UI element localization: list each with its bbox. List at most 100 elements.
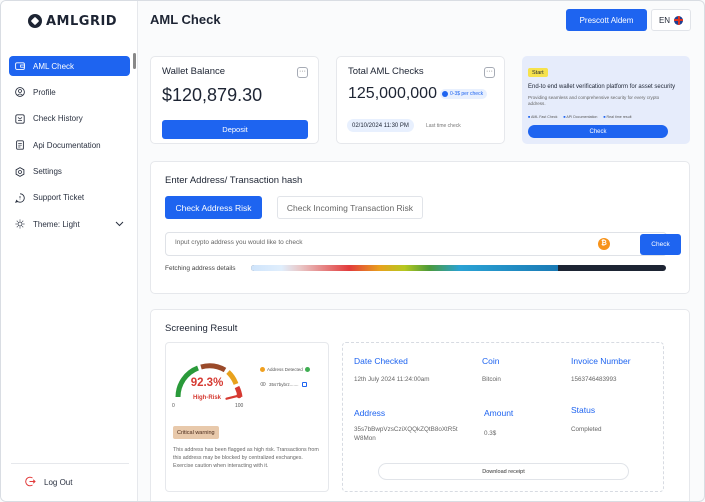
sidebar-item-support-ticket[interactable]: Support Ticket <box>9 188 130 208</box>
bitcoin-icon[interactable]: ₿ <box>598 238 610 250</box>
last-check-date: 02/10/2024 11:30 PM <box>347 119 414 132</box>
address-value: 35s7bBwpVzsCziXQQkZQtB8oXtR5tW8Mon <box>354 426 458 442</box>
more-options-icon[interactable]: ··· <box>297 67 308 78</box>
address-label: Address <box>354 408 386 418</box>
fetch-status-label: Fetching address details <box>165 265 236 272</box>
critical-warning-badge: Critical warning <box>173 426 219 439</box>
coin-label: Coin <box>482 356 500 366</box>
price-badge: 0-3$ per check <box>440 89 488 99</box>
logo-icon <box>28 14 42 28</box>
sidebar-item-check-history[interactable]: Check History <box>9 109 130 129</box>
promo-feature: Real time result <box>603 115 632 119</box>
sidebar-item-theme[interactable]: Theme: Light <box>9 214 130 234</box>
risk-gauge-card: 92.3% High-Risk 0 100 Address Detected 3… <box>165 342 329 492</box>
logout-label: Log Out <box>44 478 73 487</box>
risk-level-label: High-Risk <box>192 395 221 401</box>
page-title: AML Check <box>150 12 221 27</box>
total-aml-checks-amount: 125,000,000 <box>348 85 437 102</box>
critical-warning-text: This address has been flagged as high ri… <box>173 447 319 469</box>
more-options-icon[interactable]: ··· <box>484 67 495 78</box>
address-check-title: Enter Address/ Transaction hash <box>165 175 303 186</box>
tab-check-incoming-transaction-risk[interactable]: Check Incoming Transaction Risk <box>277 196 423 219</box>
promo-features: AML Fast Check API Documentation Real ti… <box>528 115 632 119</box>
address-detected-label: Address Detected <box>267 367 303 372</box>
status-label: Status <box>571 405 596 415</box>
address-input-group: ₿ Check <box>165 232 681 256</box>
address-detected-status: Address Detected <box>260 367 310 372</box>
total-aml-checks-title: Total AML Checks <box>348 66 424 77</box>
wallet-balance-title: Wallet Balance <box>162 66 226 77</box>
coin-value: Bitcoin <box>482 376 501 383</box>
gear-icon <box>15 166 25 177</box>
chevron-down-icon[interactable] <box>115 220 124 229</box>
check-button[interactable]: Check <box>640 234 681 255</box>
promo-check-button[interactable]: Check <box>528 125 668 138</box>
date-checked-label: Date Checked <box>354 356 408 366</box>
sidebar-item-aml-check[interactable]: AML Check <box>9 56 130 76</box>
sidebar-item-label: Api Documentation <box>33 140 101 150</box>
risk-percentage: 92.3% <box>190 377 224 389</box>
link-icon <box>260 381 266 388</box>
header: AML Check Prescott Aldem EN <box>138 1 704 41</box>
download-receipt-button[interactable]: Download receipt <box>378 463 629 480</box>
address-short: 35s7bybrz....... <box>260 381 307 388</box>
chat-icon <box>15 193 25 203</box>
gauge-needle <box>225 392 242 400</box>
screening-result-title: Screening Result <box>165 323 238 334</box>
info-icon <box>442 91 448 97</box>
logout-button[interactable]: Log Out <box>25 476 72 489</box>
sidebar-scrollbar[interactable] <box>133 53 136 69</box>
invoice-number-value: 1563746483993 <box>571 376 617 383</box>
sidebar-divider <box>11 463 129 464</box>
document-icon <box>15 140 25 150</box>
date-checked-value: 12th July 2024 11:24:00am <box>354 376 430 383</box>
price-badge-label: 0-3$ per check <box>450 91 484 97</box>
promo-badge: Start <box>528 68 548 77</box>
sidebar-item-label: Check History <box>33 114 83 124</box>
wallet-balance-amount: $120,879.30 <box>162 85 263 105</box>
language-selector[interactable]: EN <box>651 9 691 31</box>
last-check-note: Last time check <box>426 123 461 129</box>
sidebar-item-label: AML Check <box>33 61 75 71</box>
fetch-progress-fill <box>251 265 559 271</box>
sidebar-item-settings[interactable]: Settings <box>9 162 130 182</box>
sidebar-item-api-documentation[interactable]: Api Documentation <box>9 135 130 155</box>
address-short-text: 35s7bybrz....... <box>269 382 299 387</box>
sidebar-item-label: Support Ticket <box>33 193 85 203</box>
language-label: EN <box>658 15 671 25</box>
promo-description: Providing seamless and comprehensive sec… <box>528 95 660 106</box>
warning-dot-icon <box>260 367 265 372</box>
sun-icon <box>15 219 25 229</box>
sidebar-item-label: Theme: Light <box>33 219 80 229</box>
sidebar-item-label: Settings <box>33 167 62 177</box>
sidebar: AMLGRID AML Check Profile Check History … <box>1 1 138 501</box>
address-check-card: Enter Address/ Transaction hash Check Ad… <box>150 161 690 294</box>
deposit-button[interactable]: Deposit <box>162 120 308 139</box>
logo-text: AMLGRID <box>46 13 118 29</box>
user-icon <box>15 87 25 98</box>
fetch-progress-bar <box>251 265 666 271</box>
copy-icon[interactable] <box>301 382 307 387</box>
screening-details: Date Checked 12th July 2024 11:24:00am C… <box>342 342 664 492</box>
tab-check-address-risk[interactable]: Check Address Risk <box>165 196 262 219</box>
screening-result-card: Screening Result 92.3% High-Risk 0 100 A… <box>150 309 690 501</box>
sidebar-item-profile[interactable]: Profile <box>9 82 130 102</box>
status-value: Completed <box>571 426 602 433</box>
app-window: AMLGRID AML Check Profile Check History … <box>0 0 705 502</box>
wallet-icon <box>15 61 25 71</box>
check-circle-icon <box>304 367 310 372</box>
user-menu-button[interactable]: Prescott Aldem <box>566 9 647 31</box>
amount-label: Amount <box>484 408 514 418</box>
address-input[interactable] <box>175 239 585 246</box>
sidebar-nav: AML Check Profile Check History Api Docu… <box>9 56 130 241</box>
promo-title: End-to end wallet verification platform … <box>528 84 676 90</box>
promo-card: Start End-to end wallet verification pla… <box>522 56 690 144</box>
wallet-balance-card: Wallet Balance ··· $120,879.30 Deposit <box>150 56 319 144</box>
logo[interactable]: AMLGRID <box>28 12 117 30</box>
promo-feature: AML Fast Check <box>528 115 557 119</box>
logout-icon <box>25 476 36 489</box>
amount-value: 0.3$ <box>484 430 497 437</box>
total-aml-checks-card: Total AML Checks ··· 125,000,000 0-3$ pe… <box>336 56 505 144</box>
gauge-min-label: 0 <box>172 403 175 409</box>
promo-feature: API Documentation <box>563 115 597 119</box>
